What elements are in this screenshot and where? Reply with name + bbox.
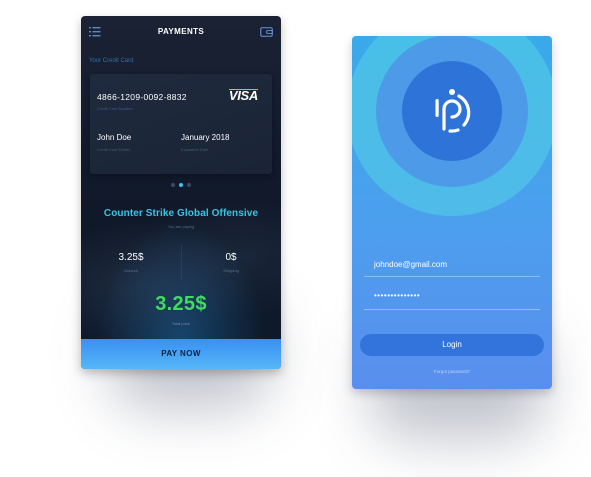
payments-header: PAYMENTS: [81, 16, 281, 48]
p-logo-icon: [435, 89, 471, 133]
card-holder-caption: Credit Card Holder: [97, 147, 131, 152]
email-underline: [364, 276, 540, 277]
credit-card[interactable]: 4866-1209-0092-8832 Credit Card Number V…: [90, 74, 272, 174]
card-number: 4866-1209-0092-8832: [97, 92, 187, 102]
carousel-dot[interactable]: [187, 183, 191, 187]
card-number-caption: Credit Card Number: [97, 106, 133, 111]
shipping-value: 0$: [225, 252, 237, 263]
email-field[interactable]: johndoe@gmail.com: [374, 260, 544, 269]
pay-now-button[interactable]: PAY NOW: [81, 339, 281, 369]
password-underline: [364, 309, 540, 310]
total-price-caption: Total price: [171, 321, 191, 326]
carousel-dot-active[interactable]: [179, 183, 183, 187]
amount-value: 3.25$: [118, 252, 144, 263]
carousel-dot[interactable]: [171, 183, 175, 187]
visa-logo: VISA: [228, 88, 258, 103]
section-label: Your Credit Card: [89, 58, 134, 64]
shipping-caption: Shipping: [223, 268, 239, 273]
page-title: PAYMENTS: [157, 27, 205, 36]
payments-screen: PAYMENTS Your Credit Card 4866-1209-0092…: [81, 16, 281, 369]
carousel-dots: [81, 183, 281, 187]
card-brand-text: VISA: [228, 88, 258, 103]
amount-caption: Amount: [124, 268, 138, 273]
divider: [181, 244, 182, 280]
login-screen: johndoe@gmail.com •••••••••••••• Login F…: [352, 36, 552, 389]
wallet-icon[interactable]: [260, 26, 273, 37]
card-expiry: January 2018: [181, 133, 230, 142]
card-expiry-caption: Expiration Date: [181, 147, 209, 152]
password-field[interactable]: ••••••••••••••: [374, 291, 544, 300]
forgot-password-link[interactable]: Forgot password?: [352, 369, 552, 374]
item-title: Counter Strike Global Offensive: [103, 208, 259, 219]
login-button[interactable]: Login: [360, 334, 544, 356]
card-holder-name: John Doe: [97, 133, 132, 142]
total-price-value: 3.25$: [155, 293, 207, 315]
item-subtitle: You are paying: [167, 224, 195, 229]
